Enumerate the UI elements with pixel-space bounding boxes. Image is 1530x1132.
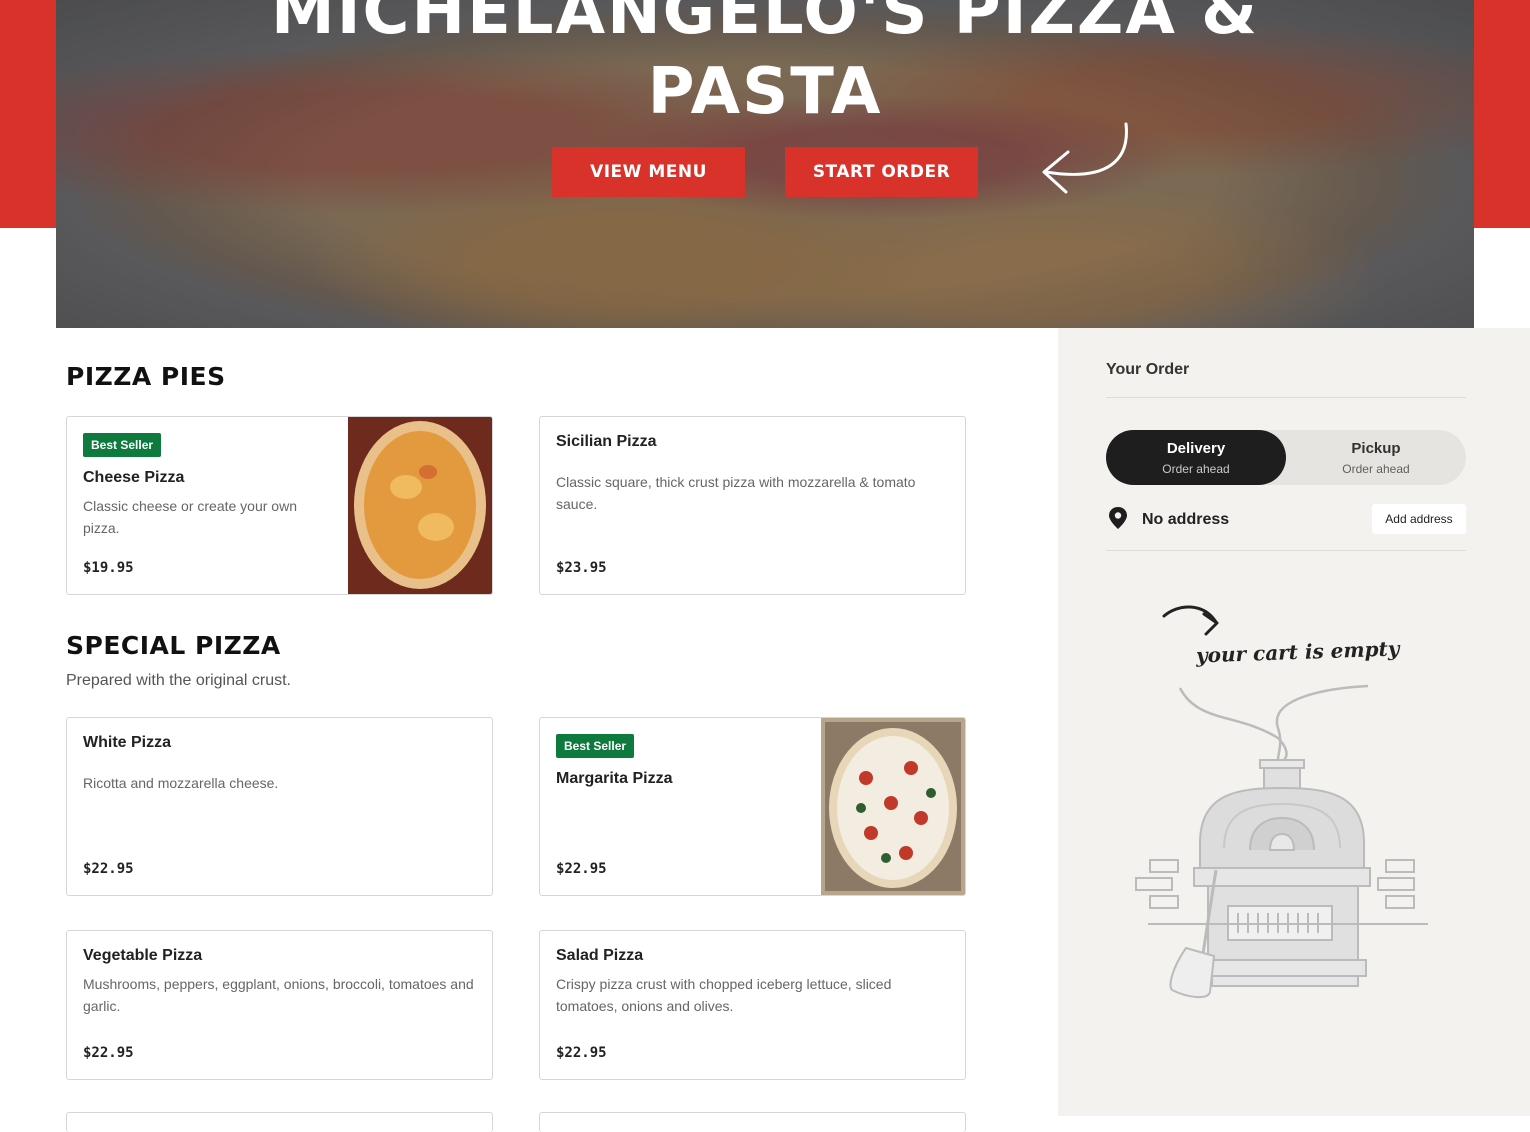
menu-item-card[interactable]: Vegetable Pizza Mushrooms, peppers, eggp…: [66, 930, 493, 1080]
best-seller-badge: Best Seller: [556, 734, 635, 758]
menu-item-price: $22.95: [83, 1045, 134, 1061]
menu-item-description: Classic square, thick crust pizza with m…: [556, 474, 916, 512]
address-row: No address Add address: [1106, 504, 1466, 534]
best-seller-badge: Best Seller: [83, 433, 162, 457]
menu-item-card[interactable]: Sicilian Pizza Classic square, thick cru…: [539, 416, 966, 595]
menu-item-card[interactable]: Salad Pizza Crispy pizza crust with chop…: [539, 930, 966, 1080]
cheese-pizza-image: [348, 417, 492, 594]
menu-item-description: Crispy pizza crust with chopped iceberg …: [556, 976, 892, 1014]
menu-item-name: Vegetable Pizza: [83, 947, 203, 964]
location-pin-icon: [1109, 507, 1127, 529]
fulfillment-toggle: Delivery Order ahead Pickup Order ahead: [1106, 430, 1466, 485]
order-sidebar: Your Order Delivery Order ahead Pickup O…: [1058, 328, 1530, 1116]
section-subtitle: Prepared with the original crust.: [66, 672, 291, 689]
pickup-label: Pickup: [1351, 440, 1401, 457]
menu-item-name: White Pizza: [83, 734, 172, 751]
restaurant-title-line2: PASTA: [647, 55, 883, 129]
menu-item-card-partial[interactable]: [66, 1112, 493, 1132]
menu-item-price: $19.95: [83, 560, 134, 576]
divider: [1106, 550, 1466, 551]
restaurant-title-line1: MICHELANGELO'S PIZZA &: [271, 0, 1259, 49]
menu-item-name: Margarita Pizza: [556, 770, 673, 787]
margarita-pizza-image: [821, 718, 965, 895]
restaurant-title: MICHELANGELO'S PIZZA & PASTA: [56, 0, 1474, 132]
menu-item-price: $22.95: [556, 1045, 607, 1061]
delivery-label: Delivery: [1166, 440, 1226, 457]
add-address-button[interactable]: Add address: [1372, 504, 1466, 534]
menu-item-price: $22.95: [83, 861, 134, 877]
start-order-button[interactable]: START ORDER: [785, 147, 978, 197]
menu-item-card[interactable]: Best Seller Margarita Pizza $22.95: [539, 717, 966, 896]
delivery-option[interactable]: Delivery Order ahead: [1106, 430, 1286, 485]
menu-item-price: $22.95: [556, 861, 607, 877]
pickup-sublabel: Order ahead: [1342, 462, 1410, 476]
section-title-pizza-pies: PIZZA PIES: [66, 362, 226, 391]
menu-item-description: Mushrooms, peppers, eggplant, onions, br…: [83, 976, 474, 1014]
divider: [1106, 397, 1466, 398]
menu-item-description: Ricotta and mozzarella cheese.: [83, 775, 279, 791]
menu-item-card[interactable]: White Pizza Ricotta and mozzarella chees…: [66, 717, 493, 896]
menu-item-description: Classic cheese or create your own pizza.: [83, 498, 297, 536]
menu-item-card-partial[interactable]: [539, 1112, 966, 1132]
menu-item-name: Sicilian Pizza: [556, 433, 657, 450]
address-text: No address: [1142, 511, 1230, 528]
delivery-sublabel: Order ahead: [1162, 462, 1230, 476]
menu-item-price: $23.95: [556, 560, 607, 576]
hand-drawn-arrow-icon: [1042, 122, 1128, 194]
your-order-title: Your Order: [1106, 361, 1190, 378]
menu-item-name: Cheese Pizza: [83, 469, 185, 486]
menu-item-name: Salad Pizza: [556, 947, 644, 964]
pickup-option[interactable]: Pickup Order ahead: [1286, 430, 1466, 485]
view-menu-button[interactable]: VIEW MENU: [552, 147, 745, 197]
hero-banner: MICHELANGELO'S PIZZA & PASTA VIEW MENU S…: [56, 0, 1474, 328]
section-title-special-pizza: SPECIAL PIZZA: [66, 631, 281, 660]
menu-item-card[interactable]: Best Seller Cheese Pizza Classic cheese …: [66, 416, 493, 595]
